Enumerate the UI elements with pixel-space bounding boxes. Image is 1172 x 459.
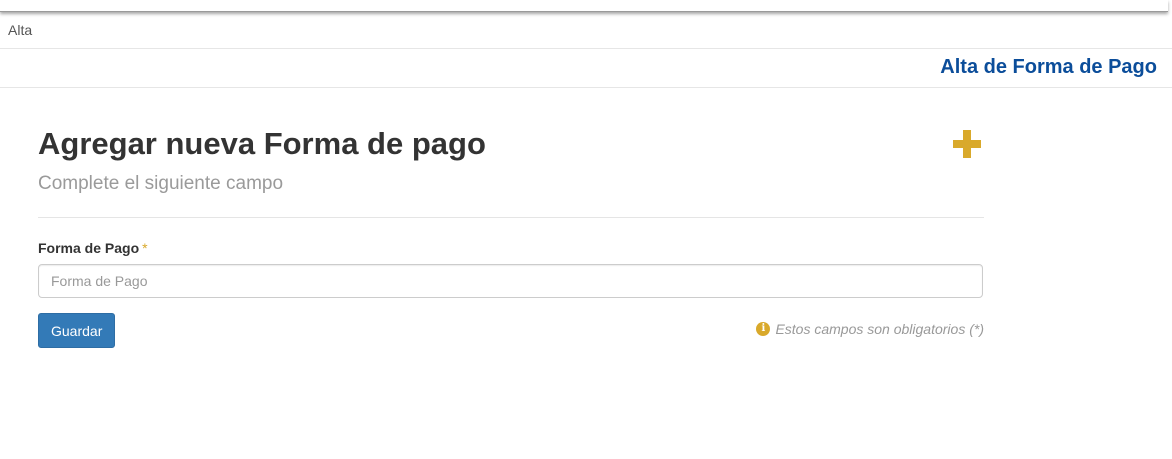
required-fields-note: i Estos campos son obligatorios (*): [756, 321, 984, 337]
title-bar: Alta de Forma de Pago: [0, 48, 1172, 88]
panel-subtitle: Complete el siguiente campo: [38, 173, 284, 194]
panel-heading: Agregar nueva Forma de pago: [38, 126, 486, 161]
required-marker: *: [142, 240, 148, 256]
required-note-text: Estos campos son obligatorios (*): [775, 321, 984, 337]
forma-de-pago-input[interactable]: [38, 264, 983, 298]
page-title: Alta de Forma de Pago: [940, 56, 1157, 78]
plus-icon: [953, 130, 981, 158]
top-window-edge: [0, 0, 1168, 12]
forma-de-pago-label: Forma de Pago *: [38, 240, 984, 256]
form-actions: Guardar i Estos campos son obligatorios …: [38, 313, 984, 348]
save-button[interactable]: Guardar: [38, 313, 116, 348]
breadcrumb[interactable]: Alta: [8, 22, 32, 38]
field-label-text: Forma de Pago: [38, 240, 140, 256]
divider: [38, 217, 984, 218]
info-icon: i: [756, 322, 771, 336]
form-panel: Agregar nueva Forma de pago Complete el …: [38, 120, 984, 348]
